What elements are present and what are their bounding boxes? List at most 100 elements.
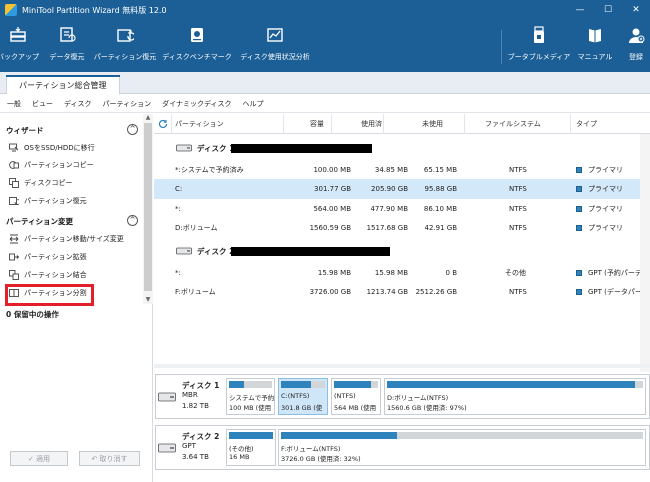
menu-general[interactable]: 一般: [7, 99, 21, 109]
action-extend-partition-label: パーティション拡張: [24, 253, 87, 261]
cell-unused: 0 B: [445, 269, 457, 277]
action-copy-partition[interactable]: パーティションコピー: [9, 158, 94, 172]
column-partition[interactable]: パーティション: [172, 114, 284, 134]
maximize-button[interactable]: ☐: [594, 0, 622, 20]
action-recover-partition[interactable]: パーティション復元: [9, 194, 87, 208]
diskmap-part-system-reserved[interactable]: システムで予約 100 MB (使用: [226, 378, 275, 415]
menu-dynamic-disk[interactable]: ダイナミックディスク: [162, 99, 231, 109]
menu-disk[interactable]: ディスク: [64, 99, 92, 109]
scrollbar-thumb[interactable]: [144, 123, 152, 291]
action-migrate-os-label: OSをSSD/HDDに移行: [24, 144, 95, 152]
minimize-button[interactable]: —: [566, 0, 594, 20]
partition-recovery-button[interactable]: パーティション復元: [90, 26, 160, 62]
collapse-wizard-icon[interactable]: ^: [127, 124, 138, 135]
column-type[interactable]: タイプ: [571, 114, 640, 134]
cell-name: F:ボリューム: [175, 288, 216, 296]
cell-type-label: プライマリ: [588, 224, 623, 232]
action-move-resize[interactable]: パーティション移動/サイズ変更: [9, 232, 124, 246]
partition-table: パーティション 容量 使用済 未使用 ファイルシステム タイプ ディスク 1 *…: [154, 114, 650, 372]
disk-1-header[interactable]: ディスク 1: [154, 138, 650, 158]
table-row-d-volume[interactable]: D:ボリューム 1560.59 GB 1517.68 GB 42.91 GB N…: [154, 218, 650, 238]
cell-filesystem: NTFS: [509, 224, 527, 232]
split-partition-highlight: [5, 284, 94, 306]
usage-bar-fill: [229, 432, 273, 439]
refresh-icon[interactable]: [154, 114, 172, 134]
menu-help[interactable]: ヘルプ: [242, 99, 263, 109]
cell-name: D:ボリューム: [175, 224, 218, 232]
usage-bar-fill: [281, 432, 397, 439]
hard-disk-icon: [176, 247, 192, 255]
space-analyzer-button[interactable]: ディスク使用状況分析: [240, 26, 310, 62]
tab-partition-management[interactable]: パーティション総合管理: [6, 75, 120, 94]
copy-partition-icon: [9, 160, 19, 170]
apply-button-label: 適用: [36, 454, 51, 463]
disk-2-header[interactable]: ディスク 2: [154, 241, 650, 261]
action-copy-disk[interactable]: ディスクコピー: [9, 176, 73, 190]
tab-bar: パーティション総合管理: [0, 72, 650, 94]
space-analyzer-icon: [266, 26, 284, 44]
column-used[interactable]: 使用済: [332, 114, 384, 134]
usb-drive-icon: [530, 26, 548, 44]
disk-benchmark-button[interactable]: ディスクベンチマーク: [162, 26, 232, 62]
diskmap-disk-2-style: GPT: [182, 442, 196, 450]
undo-button[interactable]: ↶ 取り消す: [79, 451, 140, 466]
diskmap-part-detail: 301.8 GB (使: [281, 404, 323, 412]
action-merge-partition[interactable]: パーティション結合: [9, 268, 87, 282]
recover-partition-icon: [9, 196, 19, 206]
scroll-down-icon[interactable]: ▼: [143, 296, 153, 304]
usage-bar: [387, 381, 643, 388]
cell-name: *:: [175, 269, 181, 277]
disk-benchmark-icon: [188, 26, 206, 44]
diskmap-part-other[interactable]: (その他) 16 MB: [226, 429, 276, 466]
data-recovery-label: データ復元: [49, 53, 85, 61]
table-row-f-volume[interactable]: F:ボリューム 3726.00 GB 1213.74 GB 2512.26 GB…: [154, 282, 650, 302]
register-button[interactable]: 登録: [601, 26, 650, 62]
table-row-gpt-reserved[interactable]: *: 15.98 MB 15.98 MB 0 B その他 GPT (予約パーティ…: [154, 263, 650, 283]
usage-bar-fill: [281, 381, 311, 388]
migrate-os-icon: [9, 143, 19, 153]
table-row-recovery[interactable]: *: 564.00 MB 477.90 MB 86.10 MB NTFS プライ…: [154, 199, 650, 219]
disk-2-label: ディスク 2: [197, 246, 235, 256]
diskmap-part-detail: 100 MB (使用: [229, 404, 272, 412]
menu-bar: 一般 ビュー ディスク パーティション ダイナミックディスク ヘルプ: [0, 95, 650, 113]
usage-bar: [281, 381, 325, 388]
table-row-system-reserved[interactable]: *:システムで予約済み 100.00 MB 34.85 MB 65.15 MB …: [154, 160, 650, 180]
column-unused[interactable]: 未使用: [384, 114, 465, 134]
change-section-title: パーティション変更: [6, 217, 74, 226]
action-extend-partition[interactable]: パーティション拡張: [9, 250, 87, 264]
table-scrollbar[interactable]: [640, 134, 650, 372]
action-panel-scrollbar[interactable]: ▲ ▼: [143, 114, 153, 304]
close-button[interactable]: ✕: [622, 0, 650, 20]
table-header: パーティション 容量 使用済 未使用 ファイルシステム タイプ: [154, 114, 650, 134]
app-logo-icon: [5, 4, 17, 16]
usage-bar: [334, 381, 378, 388]
disk-benchmark-label: ディスクベンチマーク: [162, 53, 232, 61]
column-filesystem[interactable]: ファイルシステム: [465, 114, 571, 134]
diskmap-disk-1[interactable]: ディスク 1 MBR 1.82 TB システムで予約 100 MB (使用 C:…: [155, 374, 650, 419]
primary-partition-icon: [576, 225, 582, 231]
menu-view[interactable]: ビュー: [32, 99, 53, 109]
primary-partition-icon: [576, 186, 582, 192]
diskmap-disk-2[interactable]: ディスク 2 GPT 3.64 TB (その他) 16 MB F:ボリューム(N…: [155, 425, 650, 470]
cell-type: GPT (予約パーティション): [576, 263, 640, 283]
diskmap-disk-1-info: ディスク 1 MBR 1.82 TB: [156, 375, 226, 418]
column-capacity[interactable]: 容量: [284, 114, 332, 134]
menu-partition[interactable]: パーティション: [103, 99, 152, 109]
diskmap-part-c-drive[interactable]: C:(NTFS) 301.8 GB (使: [278, 378, 328, 415]
diskmap-part-detail: 16 MB: [229, 453, 250, 461]
partition-recovery-icon: [116, 26, 134, 44]
diskmap-part-d-volume[interactable]: D:ボリューム(NTFS) 1560.6 GB (使用済: 97%): [384, 378, 646, 415]
apply-button[interactable]: ✓ 適用: [10, 451, 68, 466]
primary-partition-icon: [576, 206, 582, 212]
action-migrate-os[interactable]: OSをSSD/HDDに移行: [9, 141, 95, 155]
table-row-c-drive[interactable]: C: 301.77 GB 205.90 GB 95.88 GB NTFS プライ…: [154, 179, 650, 199]
diskmap-part-f-volume[interactable]: F:ボリューム(NTFS) 3726.0 GB (使用済: 32%): [278, 429, 646, 466]
cell-type: プライマリ: [576, 179, 640, 199]
panel-splitter[interactable]: [154, 364, 650, 368]
usage-bar: [229, 381, 272, 388]
diskmap-disk-1-style: MBR: [182, 391, 198, 399]
cell-name: *:システムで予約済み: [175, 166, 244, 174]
collapse-change-icon[interactable]: ^: [127, 215, 138, 226]
diskmap-part-recovery[interactable]: (NTFS) 564 MB (使用: [331, 378, 381, 415]
scroll-up-icon[interactable]: ▲: [143, 114, 153, 122]
